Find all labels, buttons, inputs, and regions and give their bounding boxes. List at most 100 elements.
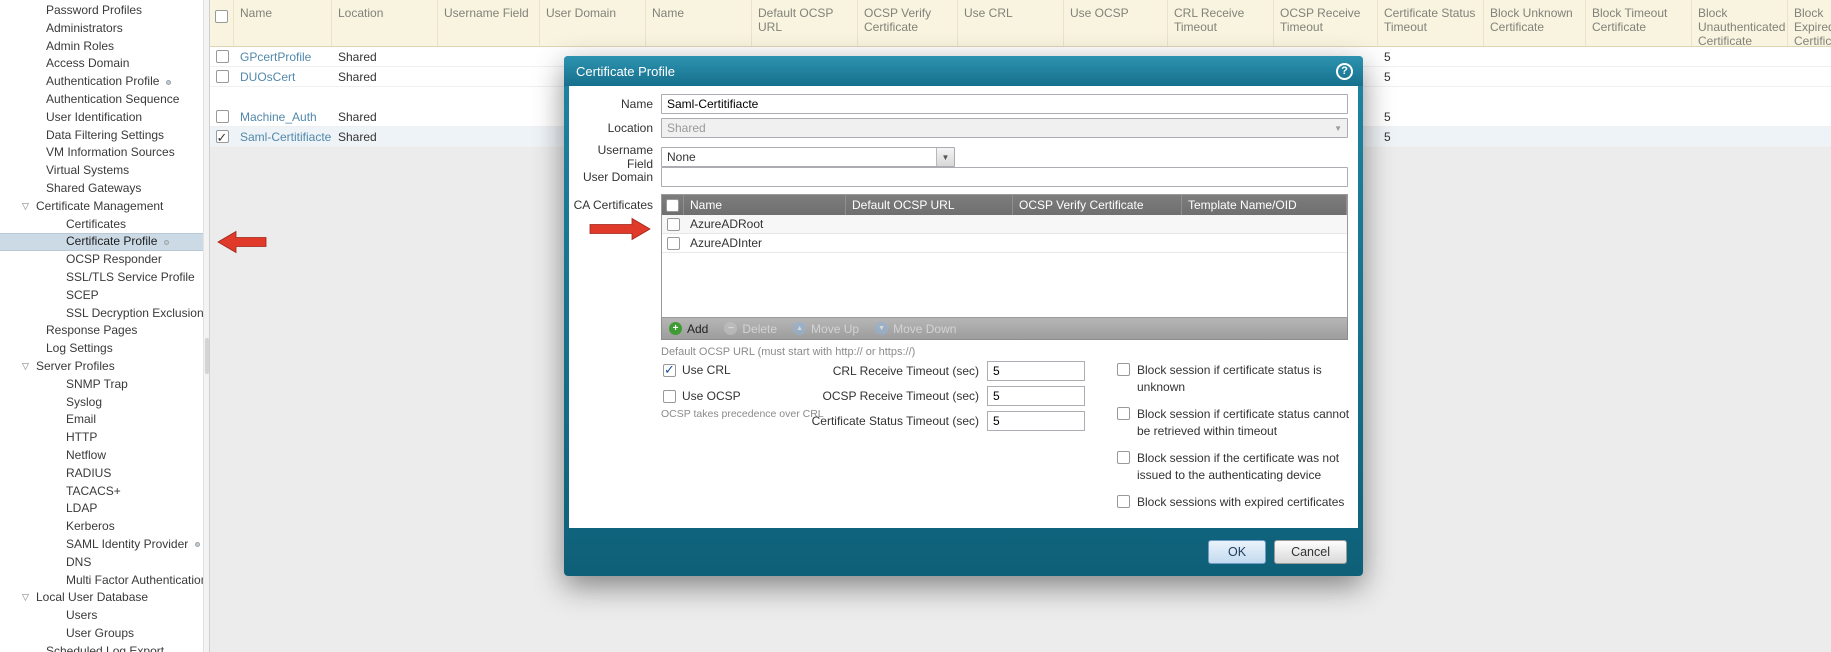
block-option-checkbox[interactable] xyxy=(1117,407,1130,420)
row-name-link[interactable]: DUOsCert xyxy=(240,70,295,84)
expander-icon[interactable]: ▽ xyxy=(22,358,36,376)
sidebar-item-scep[interactable]: SCEP xyxy=(0,287,203,305)
row-select-checkbox[interactable] xyxy=(216,110,229,123)
table-column-header-ocsp-verify-certificate[interactable]: OCSP Verify Certificate xyxy=(858,0,958,46)
help-icon[interactable]: ? xyxy=(1336,63,1353,80)
ca-select-all-checkbox[interactable] xyxy=(666,199,679,212)
table-column-header-name[interactable]: Name xyxy=(646,0,752,46)
sidebar-item-multi-factor-authentication[interactable]: Multi Factor Authentication xyxy=(0,572,203,590)
sidebar-item-syslog[interactable]: Syslog xyxy=(0,394,203,412)
sidebar-item-authentication-sequence[interactable]: Authentication Sequence xyxy=(0,91,203,109)
sidebar-item-vm-information-sources[interactable]: VM Information Sources xyxy=(0,144,203,162)
sidebar-item-snmp-trap[interactable]: SNMP Trap xyxy=(0,376,203,394)
ca-column-header-default-ocsp-url[interactable]: Default OCSP URL xyxy=(846,195,1013,215)
sidebar-item-response-pages[interactable]: Response Pages xyxy=(0,322,203,340)
table-column-header-block-timeout-certificate[interactable]: Block Timeout Certificate xyxy=(1586,0,1692,46)
user-domain-input[interactable] xyxy=(661,167,1348,187)
ca-column-header-ocsp-verify-certificate[interactable]: OCSP Verify Certificate xyxy=(1013,195,1182,215)
timeout-input[interactable] xyxy=(987,411,1085,431)
sidebar-item-ldap[interactable]: LDAP xyxy=(0,500,203,518)
table-column-header-ocsp-receive-timeout[interactable]: OCSP Receive Timeout xyxy=(1274,0,1378,46)
sidebar-item-netflow[interactable]: Netflow xyxy=(0,447,203,465)
sidebar-item-admin-roles[interactable]: Admin Roles xyxy=(0,38,203,56)
row-name-link[interactable]: GPcertProfile xyxy=(240,50,311,64)
timeout-input[interactable] xyxy=(987,386,1085,406)
chevron-down-icon[interactable]: ▼ xyxy=(936,148,954,166)
sidebar-item-shared-gateways[interactable]: Shared Gateways xyxy=(0,180,203,198)
add-button[interactable]: +Add xyxy=(669,322,708,336)
ca-row-checkbox[interactable] xyxy=(667,218,680,231)
username-field-select[interactable]: None ▼ xyxy=(661,147,955,167)
sidebar-item-local-user-database[interactable]: ▽Local User Database xyxy=(0,589,203,607)
block-option[interactable]: Block session if certificate status is u… xyxy=(1117,362,1357,395)
sidebar-item-http[interactable]: HTTP xyxy=(0,429,203,447)
sidebar-item-scheduled-log-export[interactable]: Scheduled Log Export xyxy=(0,643,203,652)
table-column-header-crl-receive-timeout[interactable]: CRL Receive Timeout xyxy=(1168,0,1274,46)
sidebar-item-password-profiles[interactable]: Password Profiles xyxy=(0,2,203,20)
table-column-header-block-expired-certificate[interactable]: Block Expired Certificate xyxy=(1788,0,1831,46)
ca-column-header-name[interactable]: Name xyxy=(684,195,846,215)
row-name-link[interactable]: Machine_Auth xyxy=(240,110,317,124)
sidebar-scrollbar-thumb[interactable] xyxy=(205,338,209,374)
sidebar-item-authentication-profile[interactable]: Authentication Profile xyxy=(0,73,203,91)
row-select-checkbox[interactable] xyxy=(216,130,229,143)
ca-table-row[interactable]: AzureADRoot xyxy=(662,215,1347,234)
table-column-header-default-ocsp-url[interactable]: Default OCSP URL xyxy=(752,0,858,46)
location-field: Shared ▼ xyxy=(661,118,1348,138)
table-column-header-user-domain[interactable]: User Domain xyxy=(540,0,646,46)
sidebar-item-users[interactable]: Users xyxy=(0,607,203,625)
expander-icon[interactable]: ▽ xyxy=(22,198,36,216)
table-column-header-certificate-status-timeout[interactable]: Certificate Status Timeout xyxy=(1378,0,1484,46)
sidebar-item-ocsp-responder[interactable]: OCSP Responder xyxy=(0,251,203,269)
block-option[interactable]: Block sessions with expired certificates xyxy=(1117,494,1357,511)
block-option[interactable]: Block session if certificate status cann… xyxy=(1117,406,1357,439)
sidebar-item-tacacs[interactable]: TACACS+ xyxy=(0,483,203,501)
sidebar-item-kerberos[interactable]: Kerberos xyxy=(0,518,203,536)
block-option-checkbox[interactable] xyxy=(1117,495,1130,508)
sidebar-scrollbar[interactable] xyxy=(203,0,210,652)
block-option-checkbox[interactable] xyxy=(1117,363,1130,376)
sidebar-item-label: Log Settings xyxy=(46,340,113,358)
ca-row-checkbox[interactable] xyxy=(667,237,680,250)
table-column-header-use-crl[interactable]: Use CRL xyxy=(958,0,1064,46)
sidebar-item-log-settings[interactable]: Log Settings xyxy=(0,340,203,358)
expander-icon[interactable]: ▽ xyxy=(22,589,36,607)
sidebar-item-user-identification[interactable]: User Identification xyxy=(0,109,203,127)
sidebar-item-access-domain[interactable]: Access Domain xyxy=(0,55,203,73)
sidebar-item-certificate-management[interactable]: ▽Certificate Management xyxy=(0,198,203,216)
sidebar-item-certificates[interactable]: Certificates xyxy=(0,216,203,234)
sidebar-item-saml-identity-provider[interactable]: SAML Identity Provider xyxy=(0,536,203,554)
sidebar-item-data-filtering-settings[interactable]: Data Filtering Settings xyxy=(0,127,203,145)
block-option-checkbox[interactable] xyxy=(1117,451,1130,464)
sidebar-item-dns[interactable]: DNS xyxy=(0,554,203,572)
sidebar-item-radius[interactable]: RADIUS xyxy=(0,465,203,483)
sidebar-item-label: Scheduled Log Export xyxy=(46,643,164,652)
table-select-all-cell[interactable] xyxy=(210,0,234,46)
block-option[interactable]: Block session if the certificate was not… xyxy=(1117,450,1357,483)
select-all-checkbox[interactable] xyxy=(215,10,228,23)
sidebar-item-ssl-decryption-exclusion[interactable]: SSL Decryption Exclusion xyxy=(0,305,203,323)
sidebar-item-ssl-tls-service-profile[interactable]: SSL/TLS Service Profile xyxy=(0,269,203,287)
table-column-header-block-unauthenticated-certificate[interactable]: Block Unauthenticated Certificate xyxy=(1692,0,1788,46)
ok-button[interactable]: OK xyxy=(1208,540,1266,564)
table-column-header-username-field[interactable]: Username Field xyxy=(438,0,540,46)
ca-column-header-template-name-oid[interactable]: Template Name/OID xyxy=(1182,195,1347,215)
table-column-header-use-ocsp[interactable]: Use OCSP xyxy=(1064,0,1168,46)
name-input[interactable] xyxy=(661,94,1348,114)
ca-table-row[interactable]: AzureADInter xyxy=(662,234,1347,253)
timeout-input[interactable] xyxy=(987,361,1085,381)
sidebar-item-certificate-profile[interactable]: Certificate Profile xyxy=(0,233,203,251)
row-select-checkbox[interactable] xyxy=(216,70,229,83)
sidebar-item-user-groups[interactable]: User Groups xyxy=(0,625,203,643)
table-column-header-block-unknown-certificate[interactable]: Block Unknown Certificate xyxy=(1484,0,1586,46)
row-name-link[interactable]: Saml-Certitifiacte xyxy=(240,130,331,144)
sidebar-item-server-profiles[interactable]: ▽Server Profiles xyxy=(0,358,203,376)
row-select-checkbox[interactable] xyxy=(216,50,229,63)
table-column-header-name[interactable]: Name xyxy=(234,0,332,46)
sidebar-item-virtual-systems[interactable]: Virtual Systems xyxy=(0,162,203,180)
table-column-header-location[interactable]: Location xyxy=(332,0,438,46)
sidebar-item-email[interactable]: Email xyxy=(0,411,203,429)
sidebar-item-administrators[interactable]: Administrators xyxy=(0,20,203,38)
cancel-button[interactable]: Cancel xyxy=(1274,540,1347,564)
ca-select-all-cell[interactable] xyxy=(662,195,684,215)
